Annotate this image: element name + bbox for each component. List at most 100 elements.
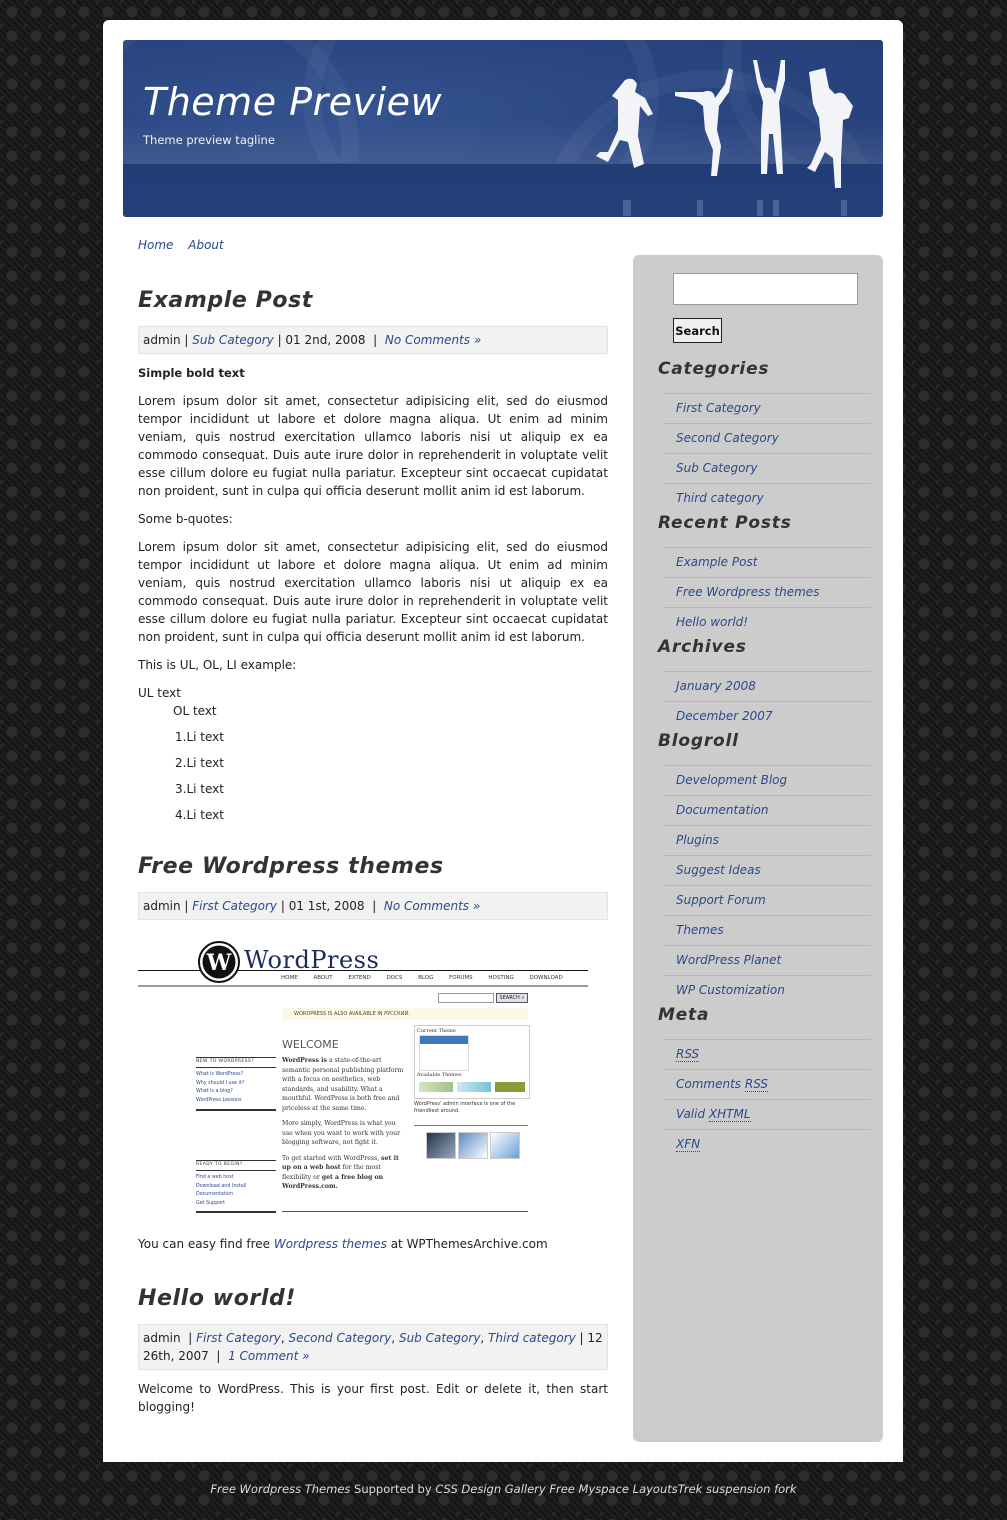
list-item: 3.Li text	[175, 782, 224, 796]
footer-link[interactable]: Free Myspace Layouts	[549, 1482, 677, 1496]
post-category-link[interactable]: Second Category	[289, 1331, 392, 1345]
list-item: Sub Category	[663, 453, 871, 483]
site-tagline: Theme preview tagline	[143, 133, 275, 147]
blogroll-link[interactable]: Suggest Ideas	[676, 863, 761, 877]
list-item: 1.Li text	[175, 730, 224, 744]
list-item: WordPress Planet	[663, 945, 871, 975]
footer-link[interactable]: CSS Design Gallery	[435, 1482, 545, 1496]
post-meta: admin | Sub Category | 01 2nd, 2008 | No…	[138, 326, 608, 354]
blogroll-link[interactable]: Development Blog	[676, 773, 787, 787]
recent-post-link[interactable]: Hello world!	[676, 615, 748, 629]
wordpress-screenshot-image: W WordPress HOME ABOUT EXTEND DOCS BLOG …	[138, 935, 588, 1220]
search-button[interactable]: Search	[673, 318, 722, 343]
post-comments-link[interactable]: 1 Comment »	[228, 1349, 309, 1363]
list-item: Support Forum	[663, 885, 871, 915]
footer-link[interactable]: Free Wordpress Themes	[210, 1482, 350, 1496]
widget-title-meta: Meta	[658, 1005, 710, 1025]
list-item: Hello world!	[663, 607, 871, 637]
post-author: admin	[143, 1331, 181, 1345]
sidebar: Search Categories First Category Second …	[633, 255, 883, 1442]
post-date: 01 1st, 2008	[288, 899, 365, 913]
list-item: Second Category	[663, 423, 871, 453]
search-input[interactable]	[673, 273, 858, 305]
post-title[interactable]: Example Post	[138, 286, 608, 316]
list-item: First Category	[663, 393, 871, 423]
comments-rss-link[interactable]: Comments RSS	[676, 1077, 769, 1092]
category-link[interactable]: First Category	[676, 401, 761, 415]
recent-posts-list: Example Post Free Wordpress themes Hello…	[663, 547, 871, 637]
post-body: You can easy find free Wordpress themes …	[138, 1235, 608, 1253]
post-category-link[interactable]: First Category	[192, 899, 277, 913]
post-text: You can easy find free Wordpress themes …	[138, 1237, 548, 1251]
category-link[interactable]: Sub Category	[676, 461, 757, 475]
post-author: admin	[143, 899, 181, 913]
post-title[interactable]: Free Wordpress themes	[138, 852, 608, 882]
list-item: WP Customization	[663, 975, 871, 1005]
post-hello-world: Hello world! admin | First Category, Sec…	[138, 1284, 608, 1426]
recent-post-link[interactable]: Free Wordpress themes	[676, 585, 819, 599]
list-item: Plugins	[663, 825, 871, 855]
nav-home-link[interactable]: Home	[138, 238, 173, 252]
header-banner: Theme Preview Theme preview tagline	[123, 40, 883, 217]
post-example: Example Post admin | Sub Category | 01 2…	[138, 286, 608, 824]
blogroll-list: Development Blog Documentation Plugins S…	[663, 765, 871, 1005]
archive-link[interactable]: January 2008	[676, 679, 756, 693]
list-item: Third category	[663, 483, 871, 513]
xfn-link[interactable]: XFN	[676, 1137, 701, 1152]
post-category-link[interactable]: Third category	[488, 1331, 576, 1345]
nav-about-link[interactable]: About	[188, 238, 223, 252]
main-nav: Home About	[138, 238, 235, 252]
archives-list: January 2008 December 2007	[663, 671, 871, 731]
bquote-label: Some b-quotes:	[138, 512, 233, 526]
list-item: Valid XHTML	[663, 1099, 871, 1129]
ol-text: OL text	[173, 704, 217, 718]
archive-link[interactable]: December 2007	[676, 709, 773, 723]
svg-text:W: W	[206, 950, 232, 976]
blogroll-link[interactable]: WP Customization	[676, 983, 785, 997]
post-category-link[interactable]: Sub Category	[192, 333, 273, 347]
screenshot-nav: HOME ABOUT EXTEND DOCS BLOG FORUMS HOSTI…	[281, 975, 563, 981]
widget-title-blogroll: Blogroll	[658, 731, 739, 751]
dancing-silhouettes-icon	[596, 60, 853, 216]
list-item: XFN	[663, 1129, 871, 1159]
list-item: January 2008	[663, 671, 871, 701]
list-item: 4.Li text	[175, 808, 224, 822]
blogroll-link[interactable]: Themes	[676, 923, 724, 937]
wordpress-themes-link[interactable]: Wordpress themes	[274, 1237, 387, 1251]
post-title[interactable]: Hello world!	[138, 1284, 608, 1314]
footer: Free Wordpress Themes Supported by CSS D…	[210, 1482, 797, 1496]
list-item: Free Wordpress themes	[663, 577, 871, 607]
blogroll-link[interactable]: Support Forum	[676, 893, 766, 907]
blogroll-link[interactable]: Plugins	[676, 833, 719, 847]
post-author: admin	[143, 333, 181, 347]
post-meta: admin | First Category | 01 1st, 2008 | …	[138, 892, 608, 920]
post-category-link[interactable]: Sub Category	[399, 1331, 480, 1345]
list-item: 2.Li text	[175, 756, 224, 770]
widget-title-archives: Archives	[658, 637, 747, 657]
valid-xhtml-link[interactable]: Valid XHTML	[676, 1107, 751, 1122]
footer-link[interactable]: Trek suspension fork	[678, 1482, 797, 1496]
post-body: Welcome to WordPress. This is your first…	[138, 1380, 608, 1416]
post-free-themes: Free Wordpress themes admin | First Cate…	[138, 852, 608, 1263]
site-title[interactable]: Theme Preview	[143, 80, 442, 124]
category-link[interactable]: Third category	[676, 491, 764, 505]
post-body: Simple bold text Lorem ipsum dolor sit a…	[138, 364, 608, 824]
list-item: Development Blog	[663, 765, 871, 795]
recent-post-link[interactable]: Example Post	[676, 555, 757, 569]
rss-link[interactable]: RSS	[676, 1047, 700, 1062]
wordpress-logo-icon: W	[198, 941, 240, 983]
list-intro: This is UL, OL, LI example:	[138, 658, 297, 672]
post-date: 01 2nd, 2008	[285, 333, 366, 347]
blogroll-link[interactable]: WordPress Planet	[676, 953, 781, 967]
category-link[interactable]: Second Category	[676, 431, 779, 445]
list-example: UL text OL text 1.Li text 2.Li text 3.Li…	[138, 684, 608, 824]
list-item: Comments RSS	[663, 1069, 871, 1099]
widget-title-recent-posts: Recent Posts	[658, 513, 792, 533]
paragraph: Lorem ipsum dolor sit amet, consectetur …	[138, 540, 608, 644]
paragraph: Lorem ipsum dolor sit amet, consectetur …	[138, 394, 608, 498]
post-comments-link[interactable]: No Comments »	[385, 333, 481, 347]
blogroll-link[interactable]: Documentation	[676, 803, 769, 817]
post-comments-link[interactable]: No Comments »	[384, 899, 480, 913]
page-container: Theme Preview Theme preview tagline Home…	[103, 20, 903, 1462]
post-category-link[interactable]: First Category	[196, 1331, 281, 1345]
